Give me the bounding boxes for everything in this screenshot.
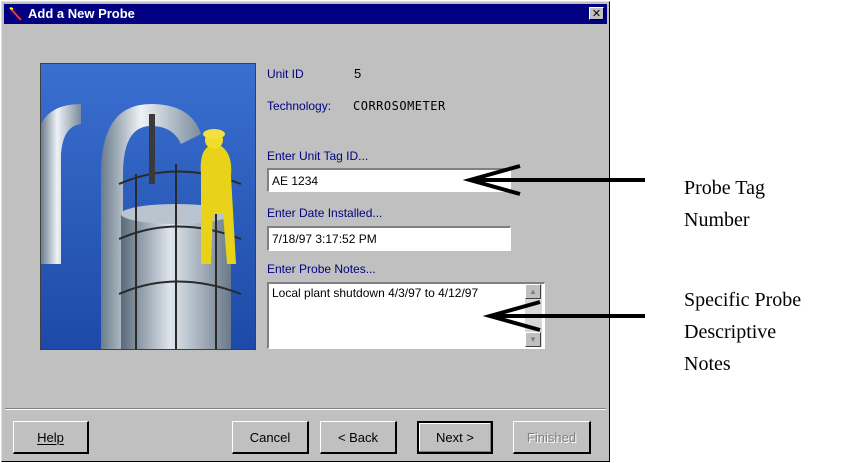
finished-button[interactable]: Finished — [513, 421, 591, 454]
technology-value: CORROSOMETER — [353, 99, 446, 113]
next-button-label: Next > — [436, 430, 474, 445]
cancel-button-label: Cancel — [249, 429, 291, 445]
next-button[interactable]: Next > — [417, 421, 493, 454]
notes-annotation: Specific Probe Descriptive Notes — [684, 284, 801, 380]
unit-id-label: Unit ID — [267, 67, 304, 81]
help-button-label: Help — [37, 429, 64, 445]
title-bar[interactable]: Add a New Probe ✕ — [4, 4, 607, 24]
notes-annotation-line3: Notes — [684, 353, 731, 375]
help-button[interactable]: Help — [13, 421, 89, 454]
close-icon: ✕ — [591, 7, 602, 20]
button-separator-highlight — [5, 409, 606, 410]
unit-id-value: 5 — [354, 66, 362, 81]
window-title: Add a New Probe — [28, 6, 135, 21]
notes-arrow-icon — [482, 300, 645, 332]
add-probe-dialog: Add a New Probe ✕ Unit ID 5 Technology: … — [1, 1, 610, 462]
tag-annotation-line1: Probe Tag — [684, 177, 765, 199]
scroll-down-icon: ▼ — [529, 335, 537, 344]
probe-notes-label: Enter Probe Notes... — [267, 262, 376, 276]
scroll-up-icon: ▲ — [529, 287, 537, 296]
tag-arrow-icon — [462, 164, 645, 196]
date-installed-input[interactable] — [267, 226, 511, 251]
notes-annotation-line1: Specific Probe — [684, 289, 802, 311]
finished-button-label: Finished — [526, 429, 577, 445]
probe-photo — [40, 63, 256, 350]
tag-annotation: Probe Tag Number — [684, 172, 765, 236]
notes-annotation-line2: Descriptive — [684, 321, 777, 343]
back-button[interactable]: < Back — [320, 421, 397, 454]
back-button-label: < Back — [337, 429, 379, 445]
close-button[interactable]: ✕ — [589, 7, 604, 20]
probe-app-icon — [9, 7, 22, 21]
technology-label: Technology: — [267, 99, 332, 113]
tag-annotation-line2: Number — [684, 209, 750, 231]
date-installed-label: Enter Date Installed... — [267, 206, 383, 220]
tag-id-label: Enter Unit Tag ID... — [267, 149, 369, 163]
cancel-button[interactable]: Cancel — [232, 421, 309, 454]
